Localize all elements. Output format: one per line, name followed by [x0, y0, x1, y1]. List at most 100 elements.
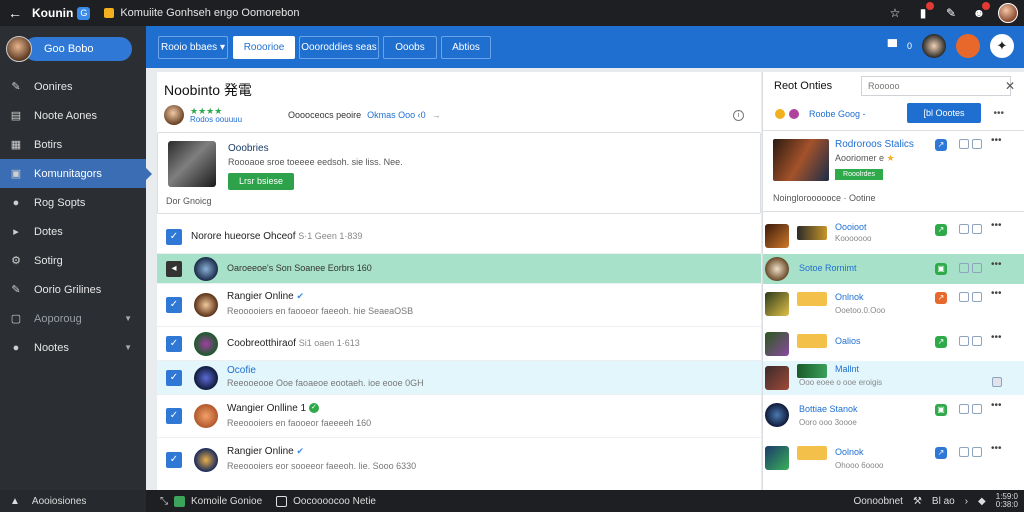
more-icon[interactable]: ••• [991, 220, 1002, 231]
bookmark-icon[interactable] [972, 292, 982, 302]
list-item[interactable]: ✓ Rangier Online ✔ Reooooiers en faooeor… [157, 284, 761, 327]
checkbox[interactable]: ✓ [166, 408, 182, 424]
bookmark-icon[interactable] [972, 263, 982, 273]
search-input[interactable] [861, 76, 1011, 96]
back-arrow-icon[interactable]: ← [4, 5, 26, 21]
sidebar-item-5[interactable]: ● Rog Sopts [0, 188, 146, 217]
list-item[interactable]: ✓ Wangier Onlline 1 ✓ Reeoooiers en faoo… [157, 395, 761, 438]
tool-icon[interactable]: ⚒ [913, 496, 922, 507]
sidebar-item-9[interactable]: ▢ Aoporoug ▼ [0, 304, 146, 333]
right-list-item[interactable]: Oolnok Ohooo 6oooo ↗ ••• [763, 438, 1024, 481]
checkbox[interactable]: ✓ [166, 228, 182, 245]
status-segment-1[interactable]: ⤡ Komoile Gonioe [160, 495, 262, 507]
more-icon[interactable]: ••• [991, 135, 1002, 146]
chat-icon[interactable]: ▣ [935, 404, 947, 416]
more-icon[interactable]: ••• [991, 259, 1002, 270]
right-list-item[interactable]: Sotoe Rornimt ▣ ••• [763, 254, 1024, 284]
featured-button[interactable]: Lrsr bsiese [228, 173, 294, 190]
sidebar-profile-button[interactable]: Goo Bobo [24, 37, 132, 61]
game-avatar[interactable] [922, 34, 946, 58]
bookmark-icon[interactable] [972, 224, 982, 234]
checkbox[interactable]: ✓ [166, 335, 182, 352]
right-list-item[interactable]: Bottiae Stanok Ooro ooo 3oooe ▣ ••• [763, 395, 1024, 438]
user-avatar[interactable] [998, 3, 1018, 23]
expand-icon[interactable] [992, 377, 1002, 387]
bookmark-icon[interactable] [972, 404, 982, 414]
notifications-icon[interactable]: ▮ [914, 2, 934, 22]
bookmark-icon[interactable] [972, 447, 982, 457]
right-list-item[interactable]: Oooioot Kooooooo ↗ ••• [763, 220, 1024, 254]
sidebar-item-8[interactable]: ✎ Oorio Grilines [0, 275, 146, 304]
share-icon[interactable]: ↗ [935, 224, 947, 236]
copy-icon[interactable] [959, 263, 969, 273]
share-icon[interactable]: ↗ [935, 447, 947, 459]
list-item[interactable]: ✓ Ocofie Reeooeooe Ooe faoaeoe eootaeh. … [157, 361, 761, 395]
close-icon[interactable]: ✕ [1000, 76, 1020, 96]
checkbox[interactable]: ✓ [166, 297, 182, 313]
author-name[interactable]: Rodos oouuuu [190, 115, 242, 124]
bookmark-icon[interactable] [972, 139, 982, 149]
share-icon[interactable]: ↗ [935, 139, 947, 151]
cap-icon[interactable]: ▀ [888, 39, 897, 54]
featured-image[interactable] [168, 141, 216, 187]
checkbox[interactable]: ✓ [166, 369, 182, 386]
sidebar-item-6[interactable]: ▸ Dotes [0, 217, 146, 246]
action-button[interactable]: [bl Oootes [907, 103, 981, 123]
more-icon[interactable]: ••• [991, 443, 1002, 454]
right-featured-image[interactable] [773, 139, 829, 181]
info-icon[interactable]: i [733, 109, 744, 121]
right-list-item[interactable]: Oalios ↗ ••• [763, 327, 1024, 361]
bookmark-icon[interactable] [972, 336, 982, 346]
list-item[interactable]: ✓ Norore hueorse Ohceof S·1 Geen 1·839 [157, 220, 761, 254]
share-icon[interactable]: ↗ [935, 336, 947, 348]
edit-icon[interactable]: ✎ [942, 4, 960, 22]
row-avatar [194, 447, 218, 472]
list-item[interactable]: ✓ Coobreotthiraof Si1 oaen 1·613 [157, 327, 761, 361]
right-list-item[interactable]: Onlnok Ooetoo.0.Ooo ↗ ••• [763, 284, 1024, 327]
checkbox[interactable]: ✓ [166, 451, 182, 468]
filter-link[interactable]: Roobe Goog - [809, 109, 866, 119]
meta-link[interactable]: Okmas Ooo ‹0 [367, 110, 426, 120]
more-icon[interactable]: ••• [991, 332, 1002, 343]
tab-4[interactable]: Ooobs [383, 36, 437, 59]
row-subtitle: Reeoooiers en faooeor faeeeeh 160 [227, 418, 372, 428]
sidebar-item-4[interactable]: ▣ Komunitagors [0, 159, 152, 188]
list-item[interactable]: ✓ Rangier Online ✔ Reeoooiers eor sooeeo… [157, 438, 761, 481]
star-icon[interactable]: ☆ [886, 4, 904, 22]
tab-1[interactable]: Rooio bbaes ▾ [158, 36, 228, 59]
orange-badge[interactable] [956, 34, 980, 58]
sidebar-item-7[interactable]: ⚙ Sotirg [0, 246, 146, 275]
row-subtitle: Reeoooiers eor sooeeor faeeoh. lie. Sooo… [227, 461, 417, 471]
tab-3[interactable]: Oooroddies seas [299, 36, 379, 59]
sidebar-avatar[interactable] [6, 36, 32, 62]
checkbox[interactable]: ◂ [166, 260, 182, 277]
tab-2[interactable]: Rooorioe [233, 36, 295, 59]
status-segment-2[interactable]: Oocoooocoo Netie [276, 495, 376, 507]
copy-icon[interactable] [959, 292, 969, 302]
bookmark-icon[interactable]: ◆ [978, 496, 986, 507]
copy-icon[interactable] [959, 404, 969, 414]
sidebar-item-3[interactable]: ▦ Botirs [0, 130, 146, 159]
more-icon[interactable]: ••• [991, 288, 1002, 299]
chevron-icon[interactable]: › [965, 496, 968, 507]
sidebar-item-10[interactable]: ● Nootes ▼ [0, 333, 146, 362]
more-icon[interactable]: ••• [993, 108, 1004, 119]
copy-icon[interactable] [959, 224, 969, 234]
row-banner [797, 226, 827, 240]
copy-icon[interactable] [959, 447, 969, 457]
copy-icon[interactable] [959, 336, 969, 346]
chat-icon[interactable]: ▣ [935, 263, 947, 275]
figure-icon[interactable]: ✦ [990, 34, 1014, 58]
sidebar-item-2[interactable]: ▤ Noote Aones [0, 101, 146, 130]
alert-icon[interactable]: ▲ [10, 496, 20, 507]
profile-alert-icon[interactable]: ☻ [970, 2, 990, 22]
list-item[interactable]: ◂ Oaroeeoe's Son Soanee Eorbrs 160 [157, 254, 761, 284]
copy-icon[interactable] [959, 139, 969, 149]
more-icon[interactable]: ••• [991, 400, 1002, 411]
author-avatar[interactable] [164, 105, 184, 125]
tab-5[interactable]: Abtios [441, 36, 491, 59]
right-list-item[interactable]: Mallnt Ooo eoee o ooe eroigis [763, 361, 1024, 395]
sidebar-item-1[interactable]: ✎ Oonires [0, 72, 146, 101]
right-featured-title[interactable]: Rodroroos Stalics [835, 139, 914, 150]
share-icon[interactable]: ↗ [935, 292, 947, 304]
